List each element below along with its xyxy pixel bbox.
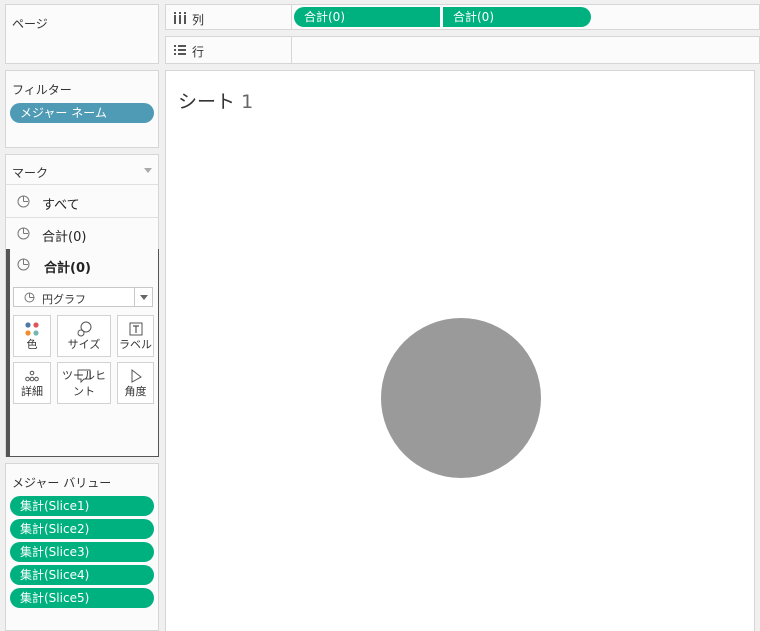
marks-active-panel: 合計(0) 円グラフ 色 サイズ ラベル 詳細 ツールヒント 角度	[6, 249, 159, 457]
size-icon	[77, 321, 92, 337]
marks-card: マーク すべて 合計(0) 合計(0) 円グラフ 色 サイズ ラベル 詳細 ツー…	[5, 154, 159, 457]
size-button[interactable]: サイズ	[57, 315, 111, 357]
marks-menu-arrow-icon[interactable]	[144, 168, 152, 173]
detail-icon	[25, 370, 39, 382]
marks-header[interactable]: マーク	[6, 155, 158, 185]
angle-button-label: 角度	[124, 385, 147, 398]
mark-type-value: 円グラフ	[42, 293, 86, 306]
pages-card[interactable]: ページ	[5, 4, 159, 64]
columns-shelf[interactable]: 列 合計(0) 合計(0)	[165, 4, 760, 30]
chevron-down-icon[interactable]	[134, 288, 152, 306]
measure-pill-slice2[interactable]: 集計(Slice2)	[10, 519, 154, 539]
sheet-title[interactable]: シート 1	[178, 87, 253, 114]
pages-title: ページ	[12, 17, 48, 31]
label-button[interactable]: ラベル	[117, 315, 154, 357]
marks-row-all[interactable]: すべて	[6, 186, 158, 218]
measure-pill-slice5[interactable]: 集計(Slice5)	[10, 588, 154, 608]
columns-shelf-title: 列	[192, 13, 205, 27]
color-dots-icon	[25, 322, 39, 336]
mark-type-select[interactable]: 円グラフ	[13, 287, 153, 307]
pie-chart-icon	[17, 258, 30, 271]
color-button-label: 色	[26, 338, 38, 351]
marks-active-title[interactable]: 合計(0)	[44, 257, 91, 276]
angle-button[interactable]: 角度	[117, 362, 154, 404]
detail-button-label: 詳細	[21, 385, 43, 398]
measure-values-card: メジャー バリュー 集計(Slice1) 集計(Slice2) 集計(Slice…	[5, 463, 159, 631]
tooltip-button-label: ツールヒント	[62, 369, 106, 398]
pie-chart[interactable]	[381, 318, 541, 478]
filters-title: フィルター	[12, 83, 72, 97]
column-pill-sum-2[interactable]: 合計(0)	[443, 7, 591, 27]
pie-mark[interactable]	[381, 318, 541, 478]
marks-row-label: 合計(0)	[42, 230, 87, 245]
sheet-title-number: 1	[241, 91, 254, 113]
label-icon	[129, 322, 142, 336]
label-button-label: ラベル	[119, 338, 152, 351]
sheet-canvas[interactable]: シート 1	[165, 70, 755, 631]
measure-pill-slice1[interactable]: 集計(Slice1)	[10, 496, 154, 516]
tooltip-button[interactable]: ツールヒント	[57, 362, 111, 404]
rows-icon	[174, 45, 186, 55]
marks-row-label: すべて	[42, 198, 80, 213]
pie-chart-icon	[24, 292, 35, 303]
columns-shelf-label: 列	[166, 5, 292, 29]
rows-shelf-label: 行	[166, 37, 292, 63]
pie-chart-icon	[17, 227, 30, 240]
angle-icon	[131, 368, 142, 383]
color-button[interactable]: 色	[13, 315, 51, 357]
filter-pill-measure-names[interactable]: メジャー ネーム	[10, 103, 154, 123]
rows-shelf[interactable]: 行	[165, 36, 760, 64]
filters-card[interactable]: フィルター メジャー ネーム	[5, 70, 159, 148]
detail-button[interactable]: 詳細	[13, 362, 51, 404]
rows-shelf-title: 行	[192, 45, 205, 59]
measure-pill-slice4[interactable]: 集計(Slice4)	[10, 565, 154, 585]
pie-chart-icon	[17, 195, 30, 208]
measure-values-title: メジャー バリュー	[12, 476, 112, 490]
sheet-title-text: シート	[178, 91, 236, 113]
columns-icon	[174, 12, 186, 24]
measure-pill-slice3[interactable]: 集計(Slice3)	[10, 542, 154, 562]
column-pill-sum-1[interactable]: 合計(0)	[294, 7, 440, 27]
marks-row-sum-1[interactable]: 合計(0)	[6, 218, 158, 250]
marks-title: マーク	[12, 166, 49, 180]
size-button-label: サイズ	[67, 338, 101, 351]
